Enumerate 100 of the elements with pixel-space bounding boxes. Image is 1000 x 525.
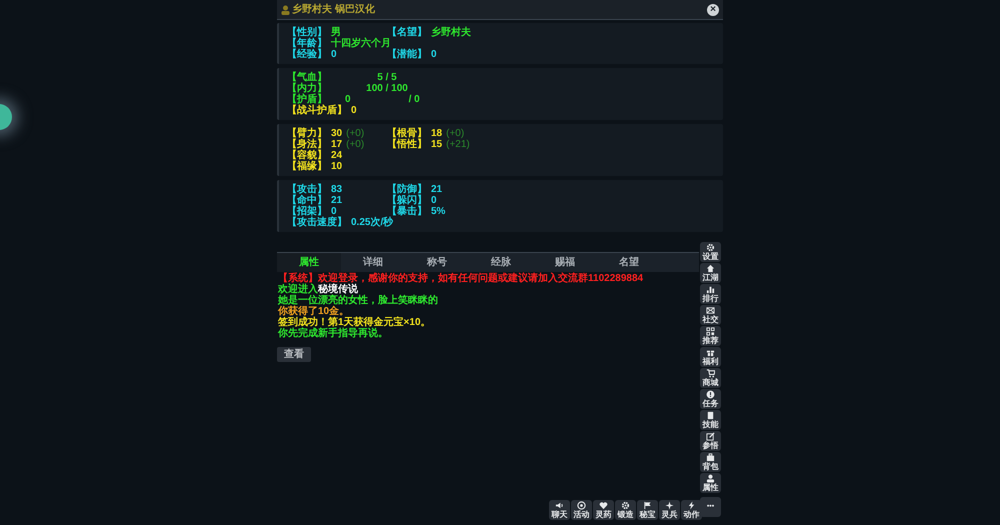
menu-button[interactable]: 灵兵 <box>659 500 680 520</box>
stat-value: 0 <box>345 94 351 105</box>
stat-label: 【根骨】 <box>387 128 427 139</box>
stat-value: 21 <box>431 184 442 195</box>
stat-value: 83 <box>331 184 342 195</box>
stat-value: 10 <box>331 161 342 172</box>
stat-value: 男 <box>331 27 341 38</box>
menu-button[interactable]: 社交 <box>700 305 721 325</box>
menu-button[interactable]: 福利 <box>700 347 721 367</box>
stat-label: 【经验】 <box>287 49 327 60</box>
stat-value: 21 <box>331 195 342 206</box>
tab[interactable]: 称号 <box>405 253 469 272</box>
chat-message: 你先完成新手指导再说。 <box>278 328 388 339</box>
chat-message: 你获得了10金。 <box>278 306 350 317</box>
stat-label: 【身法】 <box>287 139 327 150</box>
stat-bonus: (+0) <box>446 128 464 139</box>
grid-icon <box>706 327 715 336</box>
menu-button[interactable]: 技能 <box>700 410 721 430</box>
lightning-icon <box>687 501 696 510</box>
stat-value: 5% <box>431 206 446 217</box>
heart-icon <box>599 501 608 510</box>
stat-value: 15 <box>431 139 442 150</box>
stat-value: 十四岁六个月 <box>331 38 391 49</box>
stat-value: 5 / 5 <box>377 72 397 83</box>
stat-label: 【潜能】 <box>387 49 427 60</box>
stat-value: 30 <box>331 128 342 139</box>
tab[interactable]: 名望 <box>597 253 661 272</box>
speaker-icon <box>555 501 564 510</box>
stat-label: 【性别】 <box>287 27 327 38</box>
stat-label: 【年龄】 <box>287 38 327 49</box>
target-icon <box>577 501 586 510</box>
tab[interactable]: 属性 <box>277 253 341 272</box>
menu-button[interactable]: 动作 <box>681 500 702 520</box>
stat-value: / 0 <box>408 94 420 105</box>
stat-label: 【气血】 <box>287 72 327 83</box>
gear-icon <box>621 501 630 510</box>
stat-label: 【命中】 <box>287 195 327 206</box>
chat-message: 欢迎进入 <box>278 284 318 295</box>
stat-value: 0 <box>331 49 337 60</box>
stat-label: 【名望】 <box>387 27 427 38</box>
menu-button[interactable]: 锻造 <box>615 500 636 520</box>
menu-button[interactable]: 属性 <box>700 473 721 493</box>
stat-label: 【攻击】 <box>287 184 327 195</box>
menu-button[interactable]: 参悟 <box>700 431 721 451</box>
bar-chart-icon <box>706 285 715 294</box>
stat-label: 【福缘】 <box>287 161 327 172</box>
stat-bonus: (+21) <box>446 139 470 150</box>
book-icon <box>706 411 715 420</box>
menu-button[interactable]: 推荐 <box>700 326 721 346</box>
stat-value: 0 <box>331 206 337 217</box>
stat-value: 18 <box>431 128 442 139</box>
stat-label: 【战斗护盾】 <box>287 105 347 116</box>
briefcase-icon <box>706 453 715 462</box>
menu-button[interactable]: 江湖 <box>700 263 721 283</box>
stat-label: 【容貌】 <box>287 150 327 161</box>
flag-icon <box>643 501 652 510</box>
stat-label: 【悟性】 <box>387 139 427 150</box>
stat-value: 100 / 100 <box>366 83 408 94</box>
menu-button[interactable]: 商城 <box>700 368 721 388</box>
chat-message: 【系统】欢迎登录，感谢你的支持，如有任何问题或建议请加入交流群1102289884 <box>278 273 644 284</box>
stat-label: 【招架】 <box>287 206 327 217</box>
tab[interactable]: 详细 <box>341 253 405 272</box>
stat-label: 【内力】 <box>287 83 327 94</box>
view-button[interactable]: 查看 <box>277 347 311 362</box>
stat-label: 【臂力】 <box>287 128 327 139</box>
stat-label: 【护盾】 <box>287 94 327 105</box>
menu-button[interactable]: 任务 <box>700 389 721 409</box>
menu-button[interactable]: 背包 <box>700 452 721 472</box>
chat-message: 签到成功！第1天获得金元宝×10。 <box>278 317 431 328</box>
home-icon <box>706 264 715 273</box>
stat-label: 【躲闪】 <box>387 195 427 206</box>
stat-label: 【防御】 <box>387 184 427 195</box>
tab[interactable]: 赐福 <box>533 253 597 272</box>
stat-value: 0 <box>431 49 437 60</box>
person-icon <box>706 474 715 483</box>
stat-value: 24 <box>331 150 342 161</box>
stat-value: 0 <box>431 195 437 206</box>
menu-button[interactable]: 聊天 <box>549 500 570 520</box>
menu-button[interactable]: 设置 <box>700 242 721 262</box>
stat-bonus: (+0) <box>346 139 364 150</box>
menu-button[interactable]: 排行 <box>700 284 721 304</box>
gear-icon <box>706 243 715 252</box>
stat-value: 0.25次/秒 <box>351 217 394 228</box>
gift-icon <box>706 348 715 357</box>
stat-label: 【暴击】 <box>387 206 427 217</box>
tab[interactable]: 经脉 <box>469 253 533 272</box>
envelope-icon <box>706 306 715 315</box>
menu-button[interactable]: 活动 <box>571 500 592 520</box>
stat-label: 【攻击速度】 <box>287 217 347 228</box>
person-icon <box>281 4 290 14</box>
edit-icon <box>706 432 715 441</box>
sparkle-icon <box>665 501 674 510</box>
stat-value: 17 <box>331 139 342 150</box>
window-title: 乡野村夫 锅巴汉化 <box>292 2 375 17</box>
menu-button[interactable]: 灵药 <box>593 500 614 520</box>
menu-button[interactable]: 秘宝 <box>637 500 658 520</box>
exclamation-icon <box>706 390 715 399</box>
chat-message: 秘境传说 <box>318 284 358 295</box>
close-button[interactable]: × <box>707 4 719 16</box>
stat-bonus: (+0) <box>346 128 364 139</box>
